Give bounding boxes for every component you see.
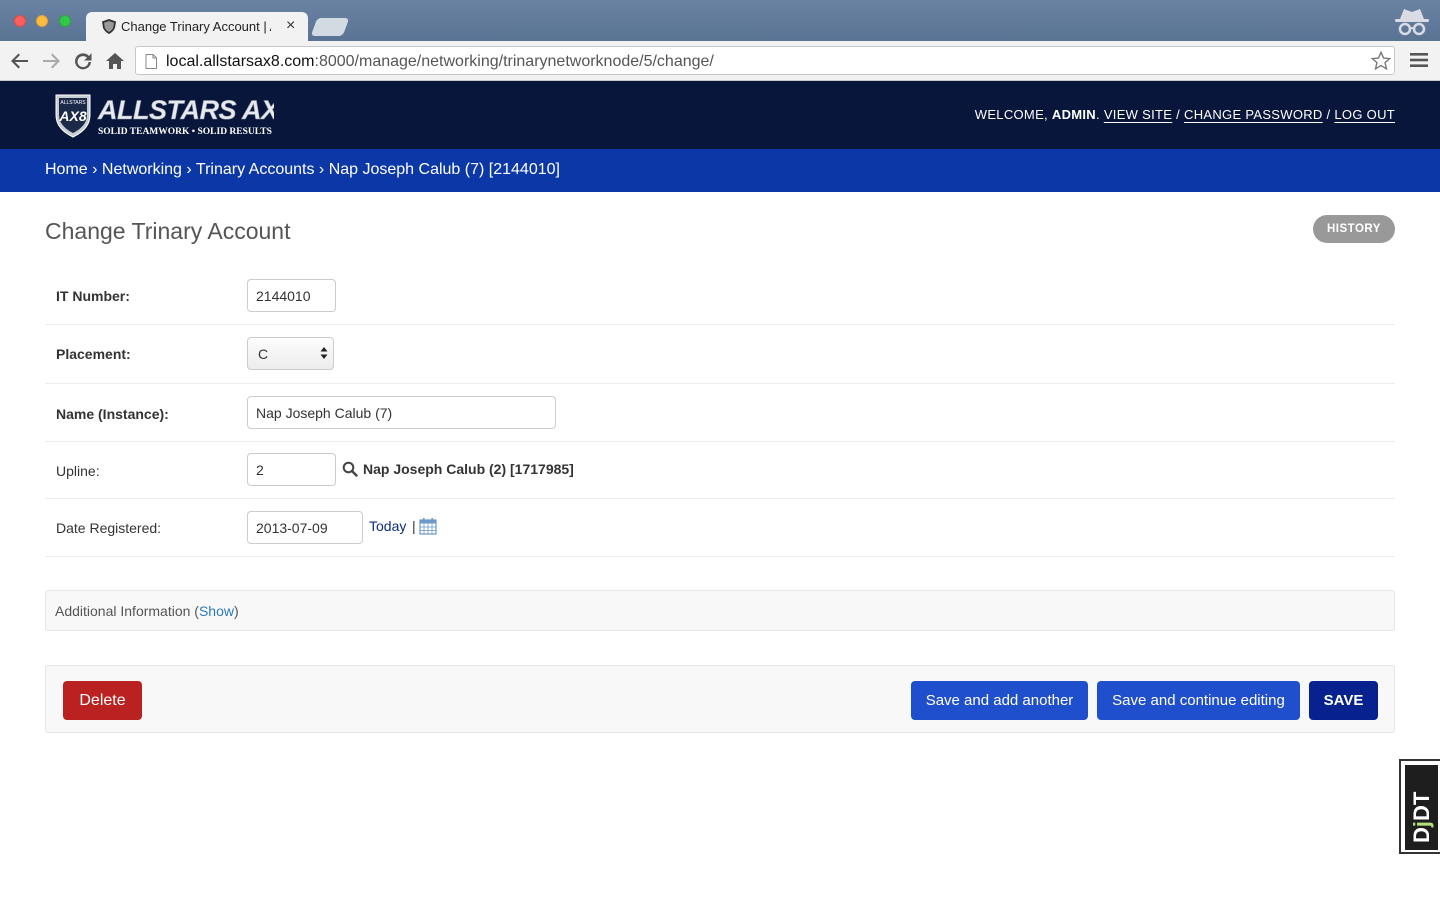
- save-button[interactable]: SAVE: [1309, 681, 1378, 720]
- placement-select[interactable]: C: [247, 337, 334, 370]
- date-registered-label: Date Registered:: [56, 520, 162, 536]
- logo-wordmark: ALLSTARS AX8: [97, 95, 274, 125]
- logo-emblem-text: ALLSTARS: [60, 100, 86, 106]
- browser-tab[interactable]: Change Trinary Account | A ×: [86, 12, 308, 42]
- placement-selected-value: C: [258, 346, 269, 362]
- djdt-logo-icon: DjDT: [1409, 791, 1434, 843]
- name-input[interactable]: Nap Joseph Calub (7): [247, 396, 556, 429]
- calendar-icon[interactable]: [419, 517, 437, 535]
- form-row-date-registered: Date Registered: 2013-07-09 Today |: [45, 499, 1395, 557]
- additional-information-label: Additional Information (: [55, 603, 199, 619]
- select-arrows-icon: [320, 347, 328, 359]
- svg-text:DjDT: DjDT: [1409, 791, 1434, 843]
- svg-text:AX8: AX8: [58, 108, 86, 124]
- breadcrumb-networking[interactable]: Networking: [102, 161, 182, 178]
- user-tools-separator: /: [1326, 107, 1331, 122]
- browser-toolbar: local.allstarsax8.com:8000/manage/networ…: [0, 41, 1440, 81]
- breadcrumb-separator: ›: [186, 161, 192, 178]
- upline-input[interactable]: 2: [247, 453, 336, 486]
- back-icon[interactable]: [8, 49, 32, 73]
- form-row-name: Name (Instance): Nap Joseph Calub (7): [45, 384, 1395, 442]
- submit-row: Delete Save and add another Save and con…: [45, 665, 1395, 733]
- reload-icon[interactable]: [71, 49, 95, 73]
- minimize-window-button[interactable]: [36, 15, 48, 27]
- view-site-link[interactable]: VIEW SITE: [1104, 107, 1172, 122]
- additional-information-title: Additional Information (Show): [55, 603, 239, 619]
- breadcrumb-separator: ›: [318, 161, 325, 178]
- forward-icon[interactable]: [39, 49, 63, 73]
- history-button[interactable]: HISTORY: [1313, 215, 1395, 243]
- home-icon[interactable]: [103, 49, 127, 73]
- save-and-continue-button[interactable]: Save and continue editing: [1097, 681, 1300, 720]
- additional-information-close-paren: ): [234, 603, 239, 619]
- page-title: Change Trinary Account: [45, 218, 291, 244]
- delete-button[interactable]: Delete: [63, 681, 142, 720]
- breadcrumb-current: Nap Joseph Calub (7) [2144010]: [328, 161, 560, 178]
- save-and-add-another-button[interactable]: Save and add another: [911, 681, 1088, 720]
- user-tools-separator: /: [1176, 107, 1181, 122]
- upline-label: Upline:: [56, 463, 100, 479]
- address-bar[interactable]: local.allstarsax8.com:8000/manage/networ…: [135, 46, 1395, 75]
- additional-information-fieldset: Additional Information (Show): [45, 590, 1395, 631]
- incognito-icon: [1395, 9, 1429, 36]
- today-link[interactable]: Today: [369, 518, 406, 534]
- page-icon: [145, 54, 157, 69]
- url-text: local.allstarsax8.com:8000/manage/networ…: [166, 53, 714, 71]
- debug-toolbar-logo: DjDT: [1405, 765, 1438, 850]
- username: ADMIN: [1051, 107, 1096, 122]
- upline-lookup-value: Nap Joseph Calub (2) [1717985]: [363, 461, 574, 477]
- maximize-window-button[interactable]: [59, 15, 71, 27]
- log-out-link[interactable]: LOG OUT: [1334, 107, 1395, 122]
- user-tools: WELCOME, ADMIN. VIEW SITE / CHANGE PASSW…: [974, 107, 1395, 122]
- date-registered-input[interactable]: 2013-07-09: [247, 511, 363, 544]
- form-row-placement: Placement: C: [45, 325, 1395, 384]
- new-tab-button[interactable]: [310, 18, 350, 36]
- form-row-it-number: IT Number: 2144010: [45, 268, 1395, 325]
- breadcrumb: Home › Networking › Trinary Accounts › N…: [0, 149, 1440, 192]
- form-row-upline: Upline: 2 Nap Joseph Calub (2) [1717985]: [45, 442, 1395, 499]
- tab-close-icon[interactable]: ×: [286, 17, 295, 35]
- name-label: Name (Instance):: [56, 406, 169, 422]
- search-icon[interactable]: [342, 461, 358, 477]
- close-window-button[interactable]: [14, 15, 26, 27]
- it-number-label: IT Number:: [56, 288, 130, 304]
- menu-icon[interactable]: [1410, 52, 1428, 68]
- site-logo[interactable]: ALLSTARS AX8 ALLSTARS AX8 SOLID TEAMWORK…: [54, 91, 274, 139]
- url-path: :8000/manage/networking/trinarynetworkno…: [314, 53, 714, 70]
- breadcrumb-separator: ›: [92, 161, 98, 178]
- it-number-input[interactable]: 2144010: [247, 279, 336, 312]
- logo-tagline: SOLID TEAMWORK • SOLID RESULTS: [98, 127, 272, 137]
- breadcrumb-home[interactable]: Home: [45, 161, 88, 178]
- shield-icon: [102, 19, 116, 34]
- placement-label: Placement:: [56, 346, 131, 362]
- show-additional-link[interactable]: Show: [199, 603, 234, 619]
- admin-header: ALLSTARS AX8 ALLSTARS AX8 SOLID TEAMWORK…: [0, 81, 1440, 149]
- star-icon[interactable]: [1370, 50, 1392, 72]
- date-separator: |: [412, 518, 416, 534]
- breadcrumb-trinary-accounts[interactable]: Trinary Accounts: [196, 161, 315, 178]
- browser-titlebar: Change Trinary Account | A ×: [0, 0, 1440, 42]
- url-host: local.allstarsax8.com: [166, 53, 315, 70]
- tab-title: Change Trinary Account | A: [121, 19, 271, 34]
- change-password-link[interactable]: CHANGE PASSWORD: [1184, 107, 1323, 122]
- welcome-text: WELCOME,: [974, 107, 1048, 122]
- debug-toolbar-handle[interactable]: DjDT: [1399, 759, 1440, 854]
